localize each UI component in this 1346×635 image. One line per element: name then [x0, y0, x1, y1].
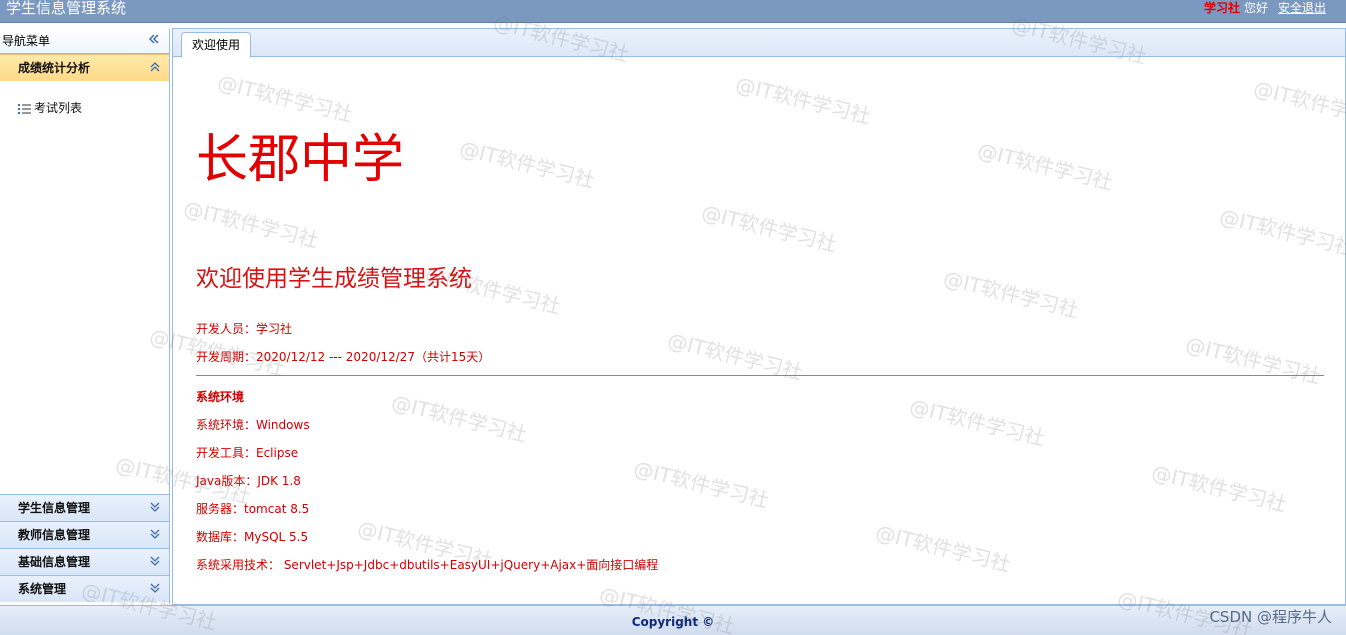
accordion-label: 教师信息管理: [18, 528, 91, 542]
tab-welcome[interactable]: 欢迎使用: [181, 32, 251, 58]
nav-panel-title: 导航菜单: [2, 34, 51, 48]
credit-watermark: CSDN @程序牛人: [1209, 608, 1332, 626]
welcome-content: 长郡中学 欢迎使用学生成绩管理系统 开发人员：学习社 开发周期：2020/12/…: [196, 57, 1326, 597]
chevron-down-double-icon: [150, 583, 160, 593]
nav-item-exam-list[interactable]: 考试列表: [18, 100, 82, 116]
chevron-up-double-icon: [150, 62, 160, 72]
collapse-left-icon[interactable]: [147, 32, 161, 46]
nav-panel-header: 导航菜单: [0, 29, 169, 54]
list-icon: [18, 103, 31, 114]
env-line-tech: 系统采用技术： Servlet+Jsp+Jdbc+dbutils+EasyUI+…: [196, 558, 659, 572]
greeting-text: 您好: [1243, 1, 1268, 15]
accordion-header-grade-analysis[interactable]: 成绩统计分析: [0, 54, 169, 81]
accordion-header-student-info[interactable]: 学生信息管理: [0, 494, 169, 521]
env-line-server: 服务器：tomcat 8.5: [196, 502, 310, 516]
accordion-header-system[interactable]: 系统管理: [0, 575, 169, 602]
env-line-tool: 开发工具：Eclipse: [196, 446, 299, 460]
developer-line: 开发人员：学习社: [196, 322, 293, 336]
user-name: 学习社: [1203, 1, 1240, 15]
nav-item-label: 考试列表: [34, 101, 83, 115]
accordion-header-teacher-info[interactable]: 教师信息管理: [0, 521, 169, 548]
logout-link[interactable]: 安全退出: [1278, 1, 1326, 15]
divider: [196, 375, 1324, 376]
env-line-java: Java版本：JDK 1.8: [196, 474, 301, 488]
school-name: 长郡中学: [196, 130, 405, 190]
env-line-os: 系统环境：Windows: [196, 418, 310, 432]
dev-period-line: 开发周期：2020/12/12 --- 2020/12/27（共计15天）: [196, 350, 491, 364]
accordion-label: 学生信息管理: [18, 501, 91, 515]
accordion-label: 基础信息管理: [18, 555, 91, 569]
copyright-text: Copyright ©: [631, 615, 715, 629]
user-area: 学习社 您好 安全退出: [1204, 0, 1326, 16]
chevron-down-double-icon: [150, 556, 160, 566]
app-window: 学生信息管理系统 学习社 您好 安全退出 导航菜单 成绩统计分析 考试列表 学生…: [0, 0, 1346, 635]
app-title: 学生信息管理系统: [6, 0, 127, 17]
top-header: 学生信息管理系统 学习社 您好 安全退出: [0, 0, 1346, 23]
navigation-panel: 导航菜单 成绩统计分析 考试列表 学生信息管理 教师信息管理 基础信息管理 系统…: [0, 29, 170, 603]
env-heading: 系统环境: [196, 390, 245, 404]
welcome-heading: 欢迎使用学生成绩管理系统: [196, 266, 472, 292]
tab-strip: 欢迎使用: [173, 29, 1345, 58]
footer-bar: Copyright © CSDN @程序牛人: [0, 605, 1346, 635]
chevron-down-double-icon: [150, 529, 160, 539]
main-tab-panel: 欢迎使用 长郡中学 欢迎使用学生成绩管理系统 开发人员：学习社 开发周期：202…: [172, 28, 1346, 605]
chevron-down-double-icon: [150, 502, 160, 512]
tab-label: 欢迎使用: [191, 38, 240, 52]
accordion-label: 系统管理: [18, 582, 67, 596]
accordion-header-basic-info[interactable]: 基础信息管理: [0, 548, 169, 575]
accordion-label: 成绩统计分析: [18, 61, 91, 75]
env-line-database: 数据库：MySQL 5.5: [196, 530, 309, 544]
